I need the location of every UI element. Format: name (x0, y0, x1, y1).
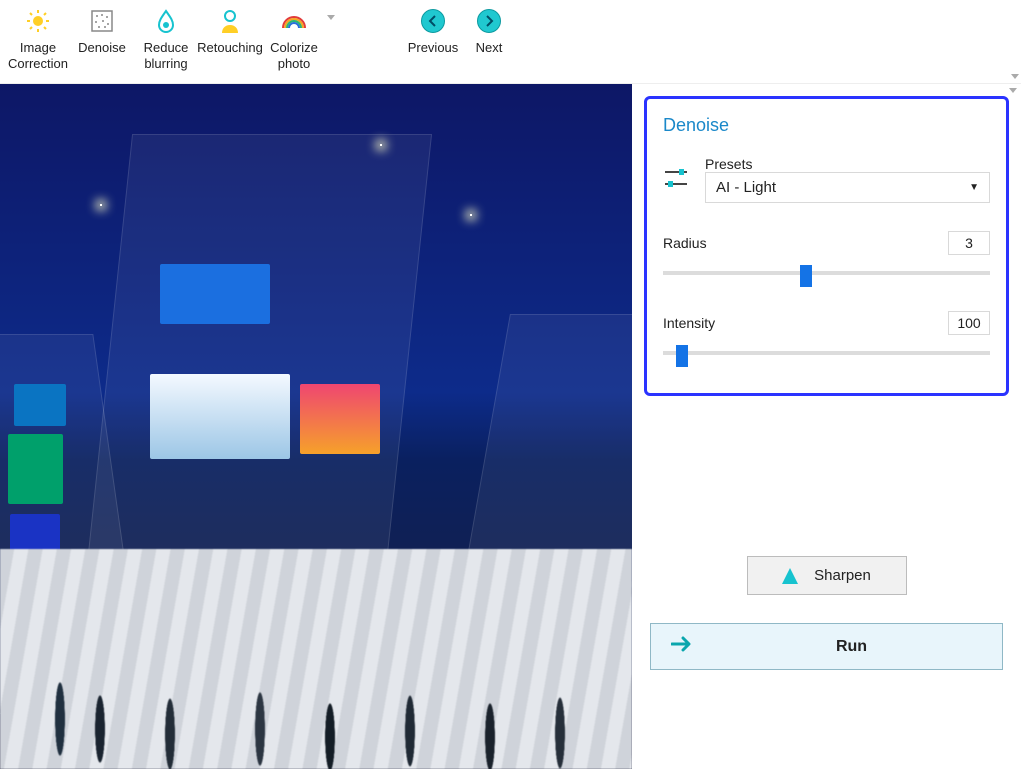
param-radius: Radius 3 (663, 231, 990, 281)
nav-next[interactable]: Next (461, 4, 517, 58)
arrow-run-icon (671, 636, 693, 657)
sharpen-label: Sharpen (814, 567, 871, 584)
triangle-icon (782, 568, 798, 584)
droplet-icon (155, 8, 177, 34)
preset-value: AI - Light (716, 179, 776, 196)
toolbar: Image Correction Denoise Reduce blurring… (0, 0, 1021, 84)
sharpen-button[interactable]: Sharpen (747, 556, 907, 595)
radius-label: Radius (663, 235, 707, 251)
radius-thumb[interactable] (800, 265, 812, 287)
arrow-left-icon (421, 9, 445, 33)
denoise-panel: Denoise Presets AI - Light ▼ Radius 3 (644, 96, 1009, 396)
preset-dropdown[interactable]: AI - Light ▼ (705, 172, 990, 203)
sliders-icon (663, 166, 689, 193)
arrow-right-icon (477, 9, 501, 33)
image-canvas[interactable] (0, 84, 632, 769)
tool-denoise[interactable]: Denoise (70, 4, 134, 73)
intensity-value[interactable]: 100 (948, 311, 990, 335)
toolbar-tools-group: Image Correction Denoise Reduce blurring… (6, 4, 326, 73)
intensity-thumb[interactable] (676, 345, 688, 367)
rainbow-icon (281, 8, 307, 34)
presets-label: Presets (705, 156, 990, 172)
sun-icon (26, 8, 50, 34)
noise-icon (91, 8, 113, 34)
radius-value[interactable]: 3 (948, 231, 990, 255)
panel-overflow-icon[interactable] (1009, 88, 1017, 93)
person-icon (219, 8, 241, 34)
tool-denoise-label: Denoise (78, 40, 126, 56)
tool-image-correction[interactable]: Image Correction (6, 4, 70, 73)
tool-colorize-photo[interactable]: Colorize photo (262, 4, 326, 73)
intensity-slider[interactable] (663, 345, 990, 361)
tool-retouching[interactable]: Retouching (198, 4, 262, 73)
side-panel: Denoise Presets AI - Light ▼ Radius 3 (632, 84, 1021, 769)
nav-previous-label: Previous (408, 40, 459, 56)
radius-slider[interactable] (663, 265, 990, 281)
tool-reduce-blurring-label: Reduce blurring (144, 40, 189, 71)
run-button[interactable]: Run (650, 623, 1003, 670)
param-intensity: Intensity 100 (663, 311, 990, 361)
tool-image-correction-label: Image Correction (8, 40, 68, 71)
panel-title: Denoise (663, 115, 990, 136)
nav-previous[interactable]: Previous (405, 4, 461, 58)
run-label: Run (721, 638, 982, 656)
intensity-label: Intensity (663, 315, 715, 331)
chevron-down-icon: ▼ (969, 182, 979, 193)
tool-reduce-blurring[interactable]: Reduce blurring (134, 4, 198, 73)
tool-retouching-label: Retouching (197, 40, 263, 56)
toolbar-nav-group: Previous Next (405, 4, 517, 58)
nav-next-label: Next (476, 40, 503, 56)
tool-colorize-photo-label: Colorize photo (270, 40, 318, 71)
main-area: Denoise Presets AI - Light ▼ Radius 3 (0, 84, 1021, 769)
